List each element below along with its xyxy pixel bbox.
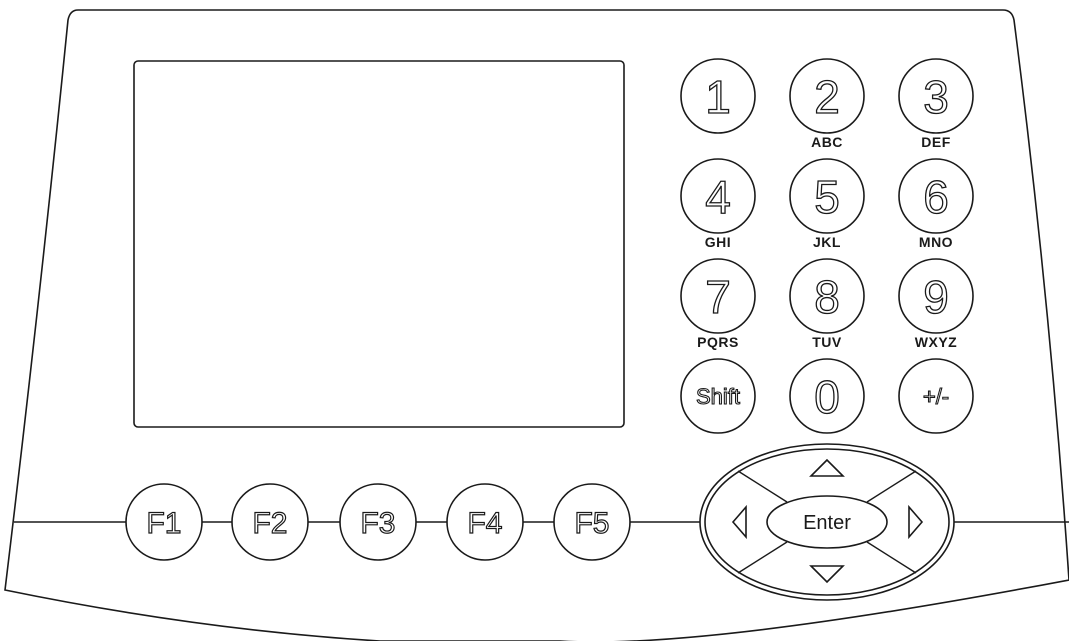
function-key-label: F5	[574, 507, 609, 540]
key-letters-3: DEF	[921, 134, 951, 150]
key-letters-5: JKL	[813, 234, 841, 250]
function-key-label: F2	[252, 507, 287, 540]
sign-toggle-button[interactable]: +/-	[898, 358, 974, 434]
key-4-button[interactable]: 4	[680, 158, 756, 234]
f5-button[interactable]: F5	[553, 483, 631, 561]
enter-label: Enter	[803, 512, 851, 534]
shift-label: Shift	[696, 384, 740, 409]
key-3-button[interactable]: 3	[898, 58, 974, 134]
key-0-button[interactable]: 0	[789, 358, 865, 434]
key-2-button[interactable]: 2	[789, 58, 865, 134]
key-6-button[interactable]: 6	[898, 158, 974, 234]
function-key-label: F1	[146, 507, 181, 540]
key-digit: 5	[814, 171, 840, 223]
sign-toggle-label: +/-	[923, 384, 949, 409]
device-panel-drawing: 1 2 ABC 3 DEF 4 GHI 5 JKL 6 MNO 7 PQRS 8 TUV 9 WXYZ Shift…	[4, 9, 1069, 641]
navigation-pad: Enter	[699, 443, 955, 601]
function-key-label: F3	[360, 507, 395, 540]
key-letters-7: PQRS	[697, 334, 739, 350]
key-digit: 9	[923, 271, 949, 323]
key-digit: 7	[705, 271, 731, 323]
key-letters-8: TUV	[812, 334, 842, 350]
f2-button[interactable]: F2	[231, 483, 309, 561]
key-letters-9: WXYZ	[915, 334, 957, 350]
f1-button[interactable]: F1	[125, 483, 203, 561]
key-letters-6: MNO	[919, 234, 953, 250]
key-digit: 2	[814, 71, 840, 123]
key-digit: 3	[923, 71, 949, 123]
key-7-button[interactable]: 7	[680, 258, 756, 334]
key-digit: 6	[923, 171, 949, 223]
key-digit: 8	[814, 271, 840, 323]
function-key-label: F4	[467, 507, 502, 540]
enter-button[interactable]: Enter	[766, 495, 888, 549]
numeric-keypad: 1 2 ABC 3 DEF 4 GHI 5 JKL 6 MNO 7 PQRS 8 TUV 9 WXYZ Shift…	[680, 58, 974, 434]
key-letters-2: ABC	[811, 134, 843, 150]
key-5-button[interactable]: 5	[789, 158, 865, 234]
key-1-button[interactable]: 1	[680, 58, 756, 134]
key-0-label: 0	[814, 371, 840, 423]
f3-button[interactable]: F3	[339, 483, 417, 561]
shift-button[interactable]: Shift	[680, 358, 756, 434]
key-9-button[interactable]: 9	[898, 258, 974, 334]
key-letters-4: GHI	[705, 234, 731, 250]
display-screen	[133, 60, 625, 428]
f4-button[interactable]: F4	[446, 483, 524, 561]
key-8-button[interactable]: 8	[789, 258, 865, 334]
key-digit: 4	[705, 171, 731, 223]
key-digit: 1	[705, 71, 731, 123]
